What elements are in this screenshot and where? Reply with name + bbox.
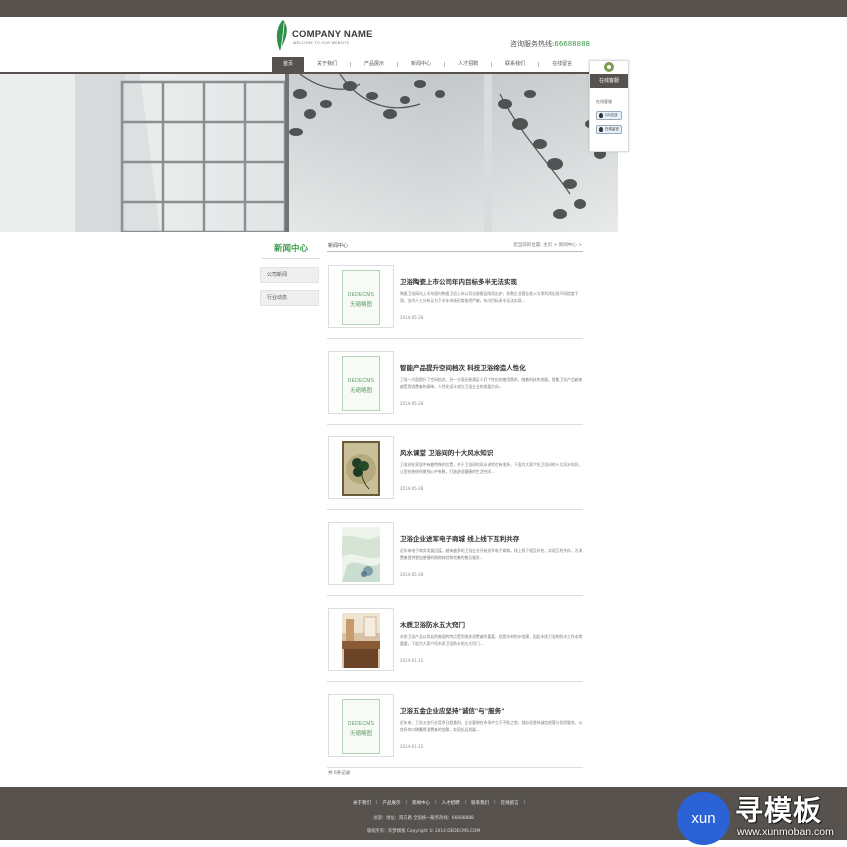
watermark-logo-icon: xun — [677, 792, 730, 845]
hotline-label: 咨询服务热线: — [510, 40, 555, 48]
page-title: 新闻中心 — [328, 243, 349, 249]
main-nav: 首页 关于我们 产品展示 新闻中心 人才招聘 联系我们 在线留言 — [272, 57, 585, 72]
news-title[interactable]: 木质卫浴防水五大窍门 — [400, 619, 465, 629]
watermark-title: 寻模板 — [735, 794, 823, 827]
sidebar-title: 新闻中心 — [273, 244, 308, 254]
news-summary: 卫浴一方面提升了空间档次，另一方面还能满足人们个性化的使用需求，随着科技的发展，… — [400, 377, 583, 389]
service-bulb-icon — [603, 61, 615, 73]
footer-link-products[interactable]: 产品展示 — [378, 800, 406, 806]
placeholder-text: 无缩略图 — [349, 302, 372, 308]
banner-image — [0, 74, 618, 232]
news-date: 2014-05-28 — [400, 572, 424, 577]
company-name: COMPANY NAME — [292, 29, 373, 40]
breadcrumb: 新闻中心 您当前的位置: 主页 > 新闻中心 > — [327, 241, 583, 252]
sidebar-item-company-news[interactable]: 公司新闻 — [260, 267, 319, 283]
service-label: 在线客服 — [596, 99, 612, 104]
placeholder-text: 无缩略图 — [349, 731, 372, 737]
no-thumbnail-placeholder: DEDECMS 无缩略图 — [342, 699, 380, 754]
news-title[interactable]: 智能产品提升空间档次 科技卫浴缔造人性化 — [400, 362, 526, 372]
service-title: 在线客服 — [590, 74, 628, 88]
watercolor-photo — [342, 527, 380, 582]
footer-links: 关于我们 | 产品展示 | 新闻中心 | 人才招聘 | 联系我们 | 在线留言 | — [348, 800, 525, 806]
nav-item-home[interactable]: 首页 — [272, 57, 305, 72]
breadcrumb-path[interactable]: 您当前的位置: 主页 > 新闻中心 > — [513, 242, 582, 248]
placeholder-text: 无缩略图 — [349, 388, 372, 394]
news-item[interactable]: DEDECMS 无缩略图 卫浴五金企业应坚持"诚信"与"服务" 近年来，卫浴五金… — [327, 682, 583, 768]
news-date: 2014-05-28 — [400, 401, 424, 406]
news-thumbnail[interactable] — [328, 608, 394, 671]
news-date: 2014-01-12 — [400, 658, 424, 663]
hero-banner — [0, 74, 618, 232]
hotline: 咨询服务热线:66688888 — [510, 39, 590, 49]
sidebar-item-industry-news[interactable]: 行业动态 — [260, 290, 319, 306]
pagination-info: 共 6条记录 — [328, 771, 351, 776]
news-title[interactable]: 卫浴陶瓷上市公司年内目标多半无法实现 — [400, 276, 517, 286]
news-title[interactable]: 卫浴五金企业应坚持"诚信"与"服务" — [400, 705, 505, 715]
news-item[interactable]: DEDECMS 无缩略图 卫浴陶瓷上市公司年内目标多半无法实现 陶瓷卫浴网讯上半… — [327, 253, 583, 339]
nav-item-jobs[interactable]: 人才招聘 — [445, 57, 491, 72]
service-message-button[interactable]: 在线留言 — [596, 125, 622, 134]
news-thumbnail[interactable]: DEDECMS 无缩略图 — [328, 351, 394, 414]
placeholder-brand: DEDECMS — [347, 292, 375, 298]
news-summary: 近年来电子商务发展迅猛，越来越多的卫浴企业开始进军电子商城，线上线下相互补充，实… — [400, 548, 583, 560]
sidebar-divider — [262, 258, 320, 259]
news-thumbnail[interactable]: DEDECMS 无缩略图 — [328, 265, 394, 328]
news-thumbnail[interactable] — [328, 522, 394, 585]
footer-link-news[interactable]: 新闻中心 — [407, 800, 435, 806]
nav-item-about[interactable]: 关于我们 — [304, 57, 350, 72]
news-date: 2014-05-28 — [400, 315, 424, 320]
news-summary: 木质卫浴产品以其自然美观的特点受到很多消费者的喜爱，但是木材怕水怕潮，因此木质卫… — [400, 634, 583, 646]
news-item[interactable]: 木质卫浴防水五大窍门 木质卫浴产品以其自然美观的特点受到很多消费者的喜爱，但是木… — [327, 596, 583, 682]
footer-link-contact[interactable]: 联系我们 — [466, 800, 494, 806]
footer-link-about[interactable]: 关于我们 — [348, 800, 376, 806]
news-thumbnail[interactable]: DEDECMS 无缩略图 — [328, 694, 394, 757]
news-date: 2014-05-28 — [400, 486, 424, 491]
nav-item-news[interactable]: 新闻中心 — [398, 57, 444, 72]
news-thumbnail[interactable] — [328, 436, 394, 499]
footer-separator: | — [523, 800, 526, 805]
news-item[interactable]: 卫浴企业进军电子商城 线上线下互利共存 近年来电子商务发展迅猛，越来越多的卫浴企… — [327, 510, 583, 596]
no-thumbnail-placeholder: DEDECMS 无缩略图 — [342, 356, 380, 411]
placeholder-brand: DEDECMS — [347, 721, 375, 727]
placeholder-brand: DEDECMS — [347, 378, 375, 384]
logo[interactable]: COMPANY NAME WELCOME TO OUR WEBSITE — [274, 19, 384, 53]
bathroom-photo — [342, 613, 380, 668]
online-service-panel: 在线客服 在线客服 QQ交谈 在线留言 — [589, 60, 629, 152]
nav-item-products[interactable]: 产品展示 — [351, 57, 397, 72]
qq-chat-button[interactable]: QQ交谈 — [596, 111, 622, 120]
company-tagline: WELCOME TO OUR WEBSITE — [293, 41, 350, 45]
clover-photo — [342, 441, 380, 496]
news-summary: 陶瓷卫浴网讯上半年国内陶瓷卫浴上市公司业绩报告陆续出炉，多数企业营业收入与净利润… — [400, 291, 579, 303]
leaf-logo-icon — [276, 20, 287, 51]
nav-item-message[interactable]: 在线留言 — [539, 57, 585, 72]
news-title[interactable]: 卫浴企业进军电子商城 线上线下互利共存 — [400, 533, 519, 543]
hotline-number: 66688888 — [554, 40, 590, 48]
news-date: 2014-01-12 — [400, 744, 424, 749]
footer-link-message[interactable]: 在线留言 — [496, 800, 524, 806]
news-title[interactable]: 风水课堂 卫浴间的十大风水知识 — [400, 447, 493, 457]
news-summary: 近年来，卫浴五金行业竞争日趋激烈，企业要想在市场中立于不败之地，就必须坚持诚信经… — [400, 720, 583, 732]
no-thumbnail-placeholder: DEDECMS 无缩略图 — [342, 270, 380, 325]
watermark-url: www.xunmoban.com — [737, 826, 834, 838]
top-bar — [0, 0, 847, 17]
news-item[interactable]: DEDECMS 无缩略图 智能产品提升空间档次 科技卫浴缔造人性化 卫浴一方面提… — [327, 339, 583, 425]
site-watermark: xun 寻模板 www.xunmoban.com — [677, 787, 847, 847]
news-item[interactable]: 风水课堂 卫浴间的十大风水知识 卫浴间在家居中有着特殊的位置，关于卫浴间的风水讲… — [327, 424, 583, 510]
footer-link-jobs[interactable]: 人才招聘 — [437, 800, 465, 806]
nav-item-contact[interactable]: 联系我们 — [492, 57, 538, 72]
news-summary: 卫浴间在家居中有着特殊的位置，关于卫浴间的风水讲究也有很多，下面为大家介绍卫浴间… — [400, 462, 583, 474]
